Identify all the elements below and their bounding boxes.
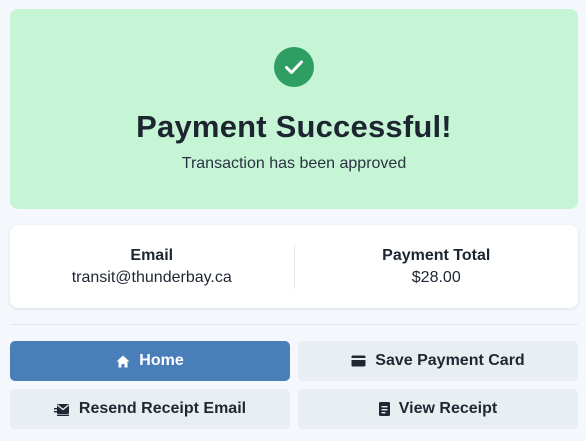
total-column: Payment Total $28.00 [295, 247, 579, 287]
view-receipt-button[interactable]: View Receipt [298, 389, 578, 429]
credit-card-icon [351, 355, 366, 367]
home-button[interactable]: Home [10, 341, 290, 381]
resend-receipt-email-label: Resend Receipt Email [78, 400, 247, 417]
home-button-label: Home [139, 352, 184, 369]
save-payment-card-label: Save Payment Card [375, 352, 525, 369]
home-icon [116, 355, 130, 368]
payment-total-value: $28.00 [411, 268, 461, 286]
email-column: Email transit@thunderbay.ca [10, 247, 294, 287]
success-banner: Payment Successful! Transaction has been… [10, 9, 578, 209]
mail-send-icon [53, 403, 70, 416]
save-payment-card-button[interactable]: Save Payment Card [298, 341, 578, 381]
payment-total-label: Payment Total [382, 246, 491, 264]
email-label: Email [130, 246, 174, 264]
payment-confirmation-page: Payment Successful! Transaction has been… [0, 0, 586, 441]
resend-receipt-email-button[interactable]: Resend Receipt Email [10, 389, 290, 429]
receipt-icon [378, 402, 390, 416]
section-divider [10, 324, 578, 325]
email-value: transit@thunderbay.ca [71, 268, 232, 286]
banner-title: Payment Successful! [136, 109, 452, 144]
view-receipt-label: View Receipt [398, 400, 498, 417]
banner-subtitle: Transaction has been approved [181, 155, 407, 172]
check-circle-icon [274, 47, 314, 87]
payment-details-card: Email transit@thunderbay.ca Payment Tota… [10, 225, 578, 308]
